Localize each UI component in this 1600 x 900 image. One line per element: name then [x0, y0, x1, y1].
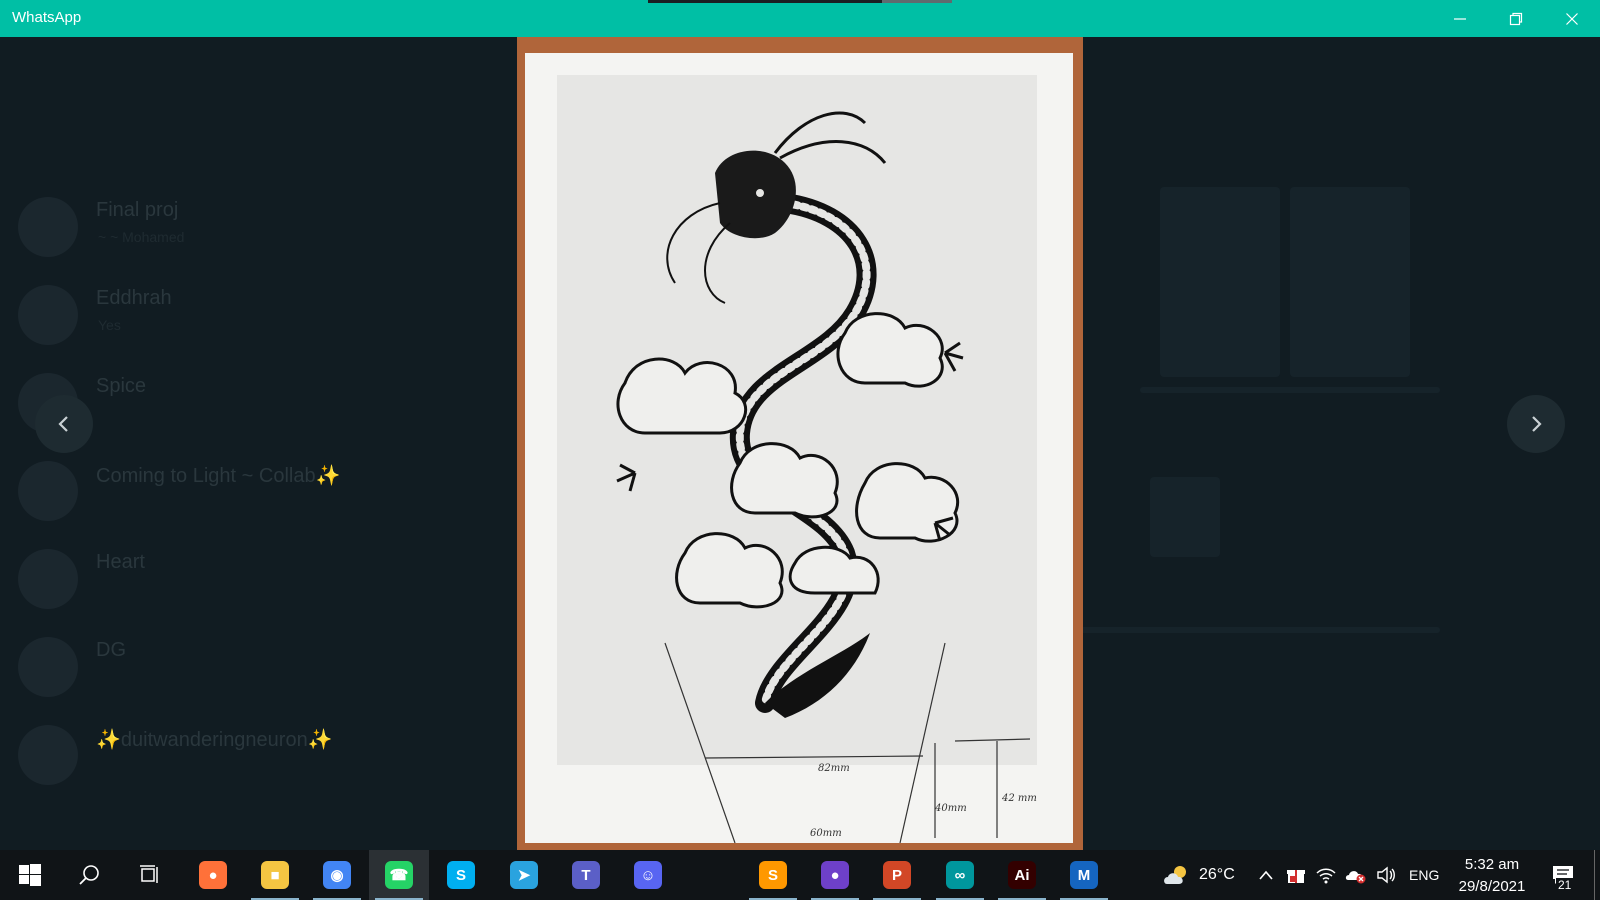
- media-thumbnail: [1150, 477, 1220, 557]
- viewed-image: 82mm 40mm 42 mm 60mm: [517, 37, 1083, 850]
- previous-media-button[interactable]: [35, 395, 93, 453]
- discord-icon: ☺: [634, 861, 662, 889]
- gift-icon[interactable]: [1284, 863, 1308, 887]
- onedrive-error-icon[interactable]: [1344, 863, 1368, 887]
- next-media-button[interactable]: [1507, 395, 1565, 453]
- skype-icon: S: [447, 861, 475, 889]
- taskbar-app-telegram[interactable]: ➤: [494, 850, 554, 900]
- media-thumbnail: [1160, 187, 1280, 377]
- load-progress-bar: [648, 0, 952, 3]
- chat-preview: Yes: [98, 317, 121, 333]
- chat-list-item[interactable]: ✨duitwanderingneuron✨: [0, 715, 510, 795]
- taskbar-app-app-m[interactable]: M: [1054, 850, 1114, 900]
- weather-temperature[interactable]: 26°C: [1199, 866, 1235, 884]
- start-button[interactable]: [0, 850, 60, 900]
- telegram-icon: ➤: [510, 861, 538, 889]
- avatar: [18, 285, 78, 345]
- taskbar-app-whatsapp[interactable]: ☎: [369, 850, 429, 900]
- chat-list-item[interactable]: Eddhrah Yes: [0, 275, 510, 355]
- search-icon: [79, 865, 99, 885]
- chevron-right-icon: [1532, 416, 1542, 432]
- weather-icon[interactable]: [1162, 863, 1192, 887]
- restore-icon: [1509, 12, 1523, 25]
- firefox-icon: ●: [199, 861, 227, 889]
- chat-list-item[interactable]: Coming to Light ~ Collab✨: [0, 451, 510, 531]
- chrome-icon: ◉: [323, 861, 351, 889]
- taskbar-app-firefox[interactable]: ●: [183, 850, 243, 900]
- paper-sheet: 82mm 40mm 42 mm 60mm: [525, 53, 1073, 843]
- task-view-icon: [140, 865, 158, 883]
- chat-name: ✨duitwanderingneuron✨: [96, 729, 333, 751]
- chat-preview: ~ ~ Mohamed: [98, 229, 185, 245]
- chat-list-item[interactable]: Heart: [0, 539, 510, 619]
- measurement-label-side: 40mm: [935, 803, 967, 814]
- chevron-up-icon[interactable]: [1254, 863, 1278, 887]
- sublime-icon: S: [759, 861, 787, 889]
- avatar: [18, 197, 78, 257]
- dragon-drawing: [616, 111, 1031, 843]
- measurement-label-bottom: 60mm: [810, 828, 842, 839]
- chat-list-item[interactable]: Final proj ~ ~ Mohamed: [0, 187, 510, 267]
- chevron-left-icon: [58, 416, 68, 432]
- chat-name: DG: [96, 639, 126, 661]
- avatar: [18, 637, 78, 697]
- clock-date[interactable]: 29/8/2021: [1448, 878, 1536, 895]
- taskbar-app-illustrator[interactable]: Ai: [992, 850, 1052, 900]
- task-view-button[interactable]: [120, 850, 180, 900]
- volume-icon[interactable]: [1374, 863, 1398, 887]
- taskbar-app-teams[interactable]: T: [556, 850, 616, 900]
- taskbar-app-chrome[interactable]: ◉: [307, 850, 367, 900]
- load-progress-fill: [648, 0, 883, 3]
- illustrator-icon: Ai: [1008, 861, 1036, 889]
- window-title: WhatsApp: [12, 9, 82, 26]
- search-button[interactable]: [60, 850, 120, 900]
- taskbar-app-discord[interactable]: ☺: [618, 850, 678, 900]
- measurement-label-right: 42 mm: [1002, 793, 1037, 804]
- close-button[interactable]: [1544, 0, 1600, 37]
- github-icon: ●: [821, 861, 849, 889]
- chat-name: Coming to Light ~ Collab✨: [96, 465, 341, 487]
- powerpoint-icon: P: [883, 861, 911, 889]
- folder-icon: ■: [261, 861, 289, 889]
- m-logo-icon: M: [1070, 861, 1098, 889]
- avatar: [18, 725, 78, 785]
- windows-taskbar: ● ■ ◉ ☎ S ➤ T ☺ S ● P ∞ Ai M 26°C ENG 5:32 am 29/8/20…: [0, 850, 1600, 900]
- taskbar-app-skype[interactable]: S: [431, 850, 491, 900]
- chat-name: Eddhrah: [96, 287, 172, 309]
- restore-button[interactable]: [1488, 0, 1544, 37]
- divider: [1140, 387, 1440, 393]
- notification-count: 21: [1556, 878, 1574, 892]
- windows-logo-icon: [19, 864, 41, 886]
- clock-time[interactable]: 5:32 am: [1448, 856, 1536, 873]
- divider: [1080, 627, 1440, 633]
- wifi-icon[interactable]: [1314, 863, 1338, 887]
- taskbar-app-arduino[interactable]: ∞: [930, 850, 990, 900]
- chat-name: Spice: [96, 375, 147, 397]
- taskbar-app-powerpoint[interactable]: P: [867, 850, 927, 900]
- taskbar-app-file-explorer[interactable]: ■: [245, 850, 305, 900]
- minimize-button[interactable]: [1432, 0, 1488, 37]
- taskbar-app-sublime[interactable]: S: [743, 850, 803, 900]
- chat-name: Heart: [96, 551, 145, 573]
- teams-icon: T: [572, 861, 600, 889]
- chat-name: Final proj: [96, 199, 179, 221]
- chat-list-item[interactable]: DG: [0, 627, 510, 707]
- title-bar: WhatsApp: [0, 0, 1600, 37]
- measurement-label-top: 82mm: [818, 763, 850, 774]
- input-language[interactable]: ENG: [1409, 867, 1439, 883]
- close-icon: [1566, 12, 1578, 25]
- avatar: [18, 549, 78, 609]
- media-thumbnail: [1290, 187, 1410, 377]
- show-desktop-divider[interactable]: [1594, 850, 1595, 900]
- minimize-icon: [1454, 17, 1466, 20]
- whatsapp-icon: ☎: [385, 861, 413, 889]
- avatar: [18, 461, 78, 521]
- taskbar-app-github[interactable]: ●: [805, 850, 865, 900]
- arduino-icon: ∞: [946, 861, 974, 889]
